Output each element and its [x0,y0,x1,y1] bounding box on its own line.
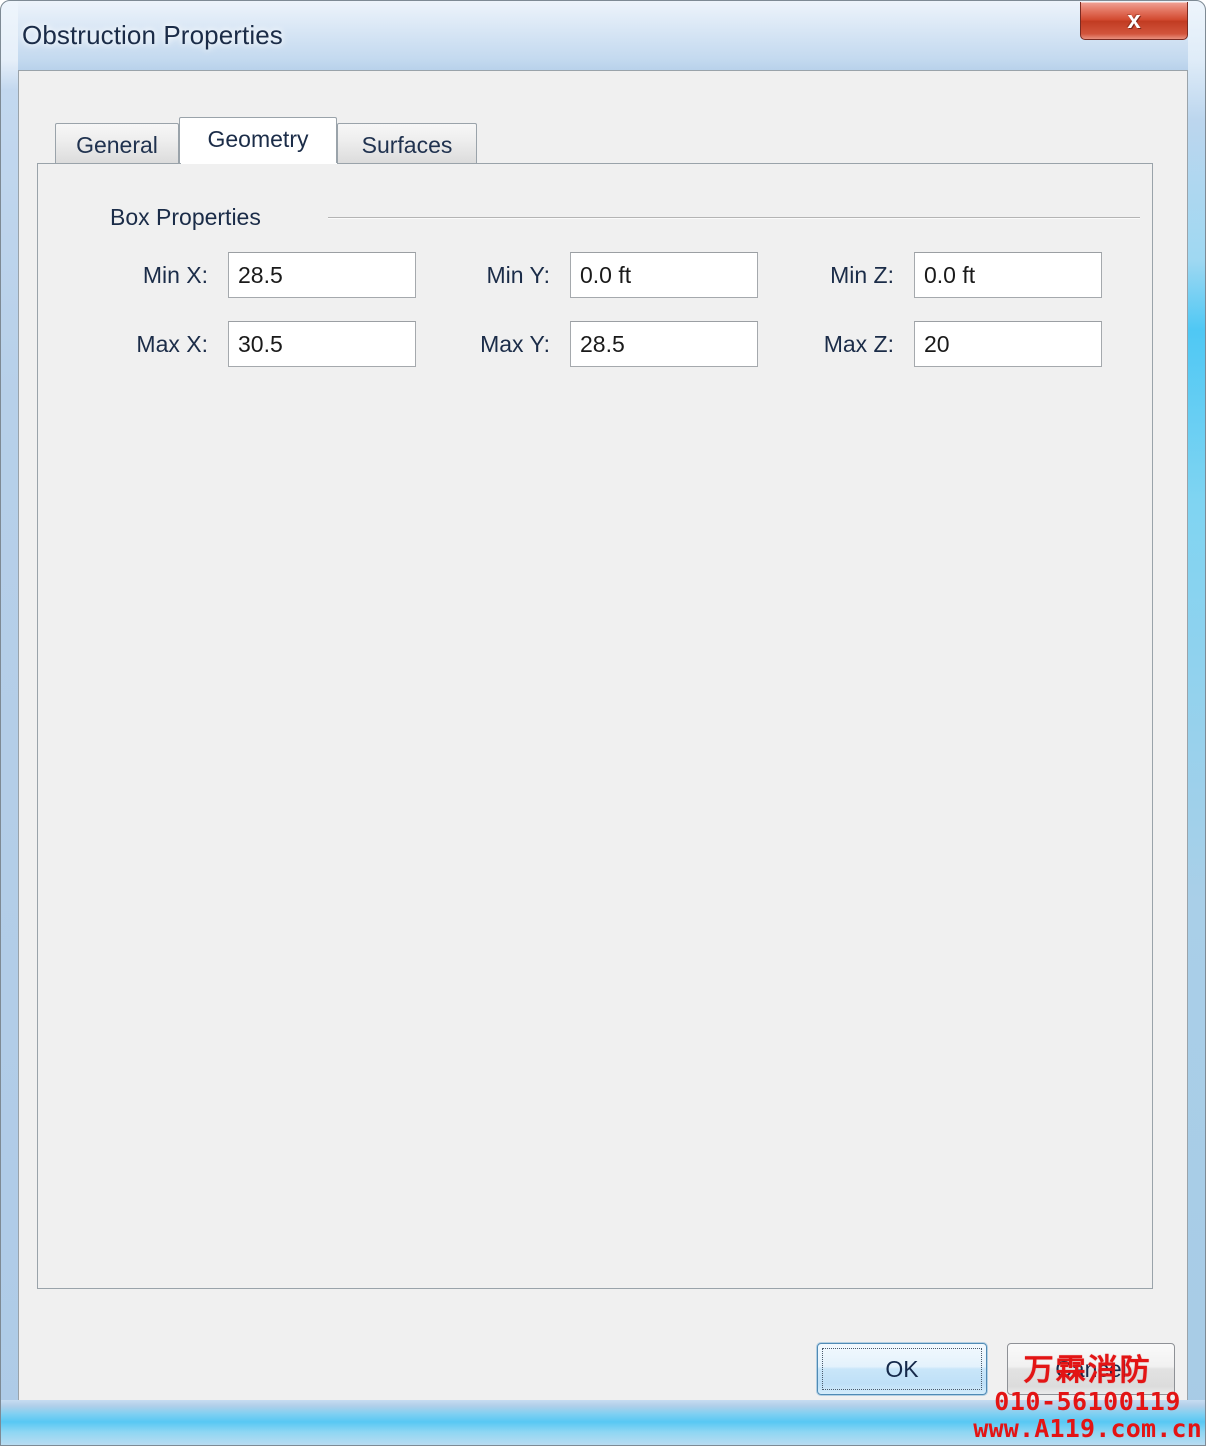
input-max-x[interactable] [228,321,416,367]
label-min-y: Min Y: [486,262,551,288]
group-box-rule [328,217,1140,219]
ok-button[interactable]: OK [817,1343,987,1395]
close-icon: x [1127,6,1141,34]
window-title: Obstruction Properties [22,20,283,50]
window-glass-left-edge [0,0,18,1446]
window-glass-bottom-edge [0,1400,1206,1446]
ok-button-label: OK [885,1356,919,1382]
label-max-x: Max X: [136,331,208,357]
tab-surfaces[interactable]: Surfaces [337,123,477,163]
dialog-client-area: General Geometry Surfaces Box Properties M… [18,70,1188,1400]
close-button[interactable]: x [1080,2,1188,40]
window-glass-right-edge [1188,0,1206,1446]
input-min-x[interactable] [228,252,416,298]
tab-general-label: General [76,132,158,158]
label-max-y: Max Y: [480,331,550,357]
input-max-y[interactable] [570,321,758,367]
label-max-z: Max Z: [823,331,894,357]
screen: Obstruction Properties x General Geometry… [0,0,1206,1446]
tab-surfaces-label: Surfaces [361,132,453,158]
cancel-button[interactable]: Cancel [1007,1343,1175,1395]
input-min-y[interactable] [570,252,758,298]
label-min-z: Min Z: [830,262,894,288]
tab-panel-geometry: Box Properties Min X: Min Y: Min Z: Max X: M… [37,163,1153,1289]
input-max-z[interactable] [914,321,1102,367]
title-bar[interactable]: Obstruction Properties x [0,0,1206,70]
input-min-z[interactable] [914,252,1102,298]
cancel-button-label: Cancel [1055,1356,1127,1382]
tab-geometry[interactable]: Geometry [179,117,337,163]
dialog-window: Obstruction Properties x General Geometry… [0,0,1206,1446]
tab-general[interactable]: General [55,123,179,163]
group-box-title: Box Properties [110,204,261,230]
tab-panel-seam [181,163,337,164]
label-min-x: Min X: [142,262,208,288]
tab-geometry-label: Geometry [207,126,309,152]
